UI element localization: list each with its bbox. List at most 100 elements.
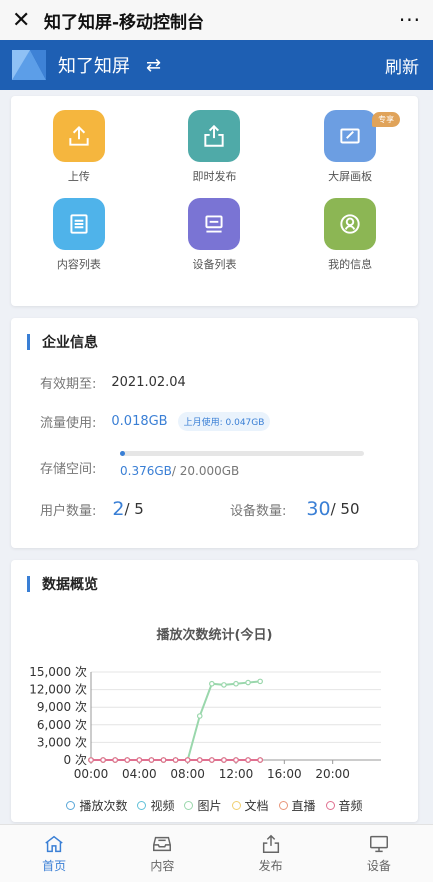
chart-legend: 播放次数 视频 图片 文档 直播 音频 [11, 797, 418, 814]
user-icon [324, 198, 377, 250]
storage-progress-bar [120, 451, 364, 456]
devices-label: 设备数量: [230, 503, 287, 519]
legend-item[interactable]: 音频 [325, 797, 363, 814]
legend-item[interactable]: 文档 [231, 797, 269, 814]
brand-logo [10, 46, 48, 84]
upload-button[interactable]: 上传 [11, 110, 147, 184]
tab-publish[interactable]: 发布 [217, 825, 325, 882]
inbox-icon [153, 836, 172, 852]
legend-item[interactable]: 图片 [184, 797, 222, 814]
tab-content[interactable]: 内容 [108, 825, 216, 882]
traffic-row: 流量使用: 0.018GB 上月使用: 0.047GB [40, 412, 271, 431]
app-header: 知了知屏 ⇄ 刷新 [0, 40, 433, 90]
tab-content-label: 内容 [150, 859, 175, 873]
legend-label: 播放次数 [79, 799, 128, 813]
tab-publish-label: 发布 [258, 859, 283, 873]
x-tick-label: 20:00 [315, 767, 350, 781]
edit-board-icon: 专享 [324, 110, 401, 162]
section-accent-bar [27, 334, 30, 350]
legend-item[interactable]: 播放次数 [66, 797, 127, 814]
switch-account-icon[interactable]: ⇄ [146, 55, 161, 76]
chart-title: 播放次数统计(今日) [156, 628, 273, 643]
my-info-button[interactable]: 我的信息 [282, 198, 418, 272]
device-list-label: 设备列表 [192, 258, 237, 271]
home-icon [45, 835, 63, 853]
data-point [209, 757, 215, 763]
x-tick-label: 08:00 [170, 767, 205, 781]
screen-board-button[interactable]: 专享 大屏画板 [282, 110, 418, 184]
data-point [124, 757, 131, 763]
quick-actions-card: 上传 即时发布 专享 大屏画板 内容列表 设备列表 我的信息 [11, 96, 418, 306]
device-list-button[interactable]: 设备列表 [147, 198, 283, 272]
devices-row: 设备数量: 30 / 50 [230, 498, 360, 520]
users-label: 用户数量: [40, 503, 97, 519]
data-point [148, 757, 155, 763]
data-point [221, 682, 227, 688]
users-row: 用户数量: 2 / 5 [40, 498, 144, 520]
exclusive-badge: 专享 [372, 112, 401, 127]
legend-marker-icon [66, 801, 76, 810]
tab-home-label: 首页 [42, 859, 67, 873]
y-tick-label: 6,000 次 [37, 718, 87, 732]
data-point [136, 757, 143, 763]
y-tick-label: 15,000 次 [29, 665, 87, 679]
upload-icon [52, 110, 105, 162]
legend-marker-icon [137, 801, 147, 810]
data-point [100, 757, 106, 763]
storage-label: 存储空间: [40, 462, 97, 477]
legend-item[interactable]: 视频 [137, 797, 174, 814]
instant-publish-button[interactable]: 即时发布 [147, 110, 283, 184]
y-tick-label: 9,000 次 [37, 700, 87, 714]
legend-marker-icon [231, 801, 241, 810]
tab-home[interactable]: 首页 [0, 825, 108, 882]
data-overview-title: 数据概览 [27, 574, 98, 594]
x-tick-label: 04:00 [122, 767, 157, 781]
traffic-label: 流量使用: [40, 416, 97, 431]
y-tick-label: 12,000 次 [29, 683, 87, 697]
x-tick-label: 16:00 [267, 767, 302, 781]
play-count-chart: 15,000 次 12,000 次 9,000 次 6,000 次 3,000 次 0 次… [29, 665, 381, 781]
y-tick-label: 0 次 [64, 753, 87, 767]
screen-board-label: 大屏画板 [328, 170, 373, 183]
last-month-traffic-badge: 上月使用: 0.047GB [177, 412, 271, 431]
share-icon [188, 110, 241, 162]
data-overview-card: 数据概览 播放次数统计(今日) 15,000 次 12,000 次 9,000 次 6… [11, 560, 418, 822]
data-point [221, 757, 227, 763]
y-tick-label: 3,000 次 [37, 735, 87, 749]
publish-icon [262, 834, 279, 853]
data-point [172, 757, 179, 763]
data-point [112, 757, 118, 763]
x-tick-label: 12:00 [219, 767, 254, 781]
legend-marker-icon [184, 801, 194, 810]
legend-marker-icon [278, 801, 288, 810]
data-point [233, 680, 239, 687]
brand-name: 知了知屏 [58, 56, 130, 77]
data-overview-heading: 数据概览 [42, 577, 98, 593]
refresh-button[interactable]: 刷新 [385, 53, 419, 78]
data-point [209, 680, 215, 687]
close-icon[interactable]: ✕ [12, 8, 38, 33]
legend-label: 音频 [338, 799, 363, 813]
data-point [245, 757, 251, 763]
storage-total: / 20.000GB [171, 464, 240, 478]
my-info-label: 我的信息 [328, 258, 373, 271]
tab-devices[interactable]: 设备 [325, 825, 433, 882]
section-accent-bar [27, 576, 30, 592]
traffic-value: 0.018GB [111, 414, 168, 429]
legend-item[interactable]: 直播 [278, 797, 316, 814]
data-point [257, 757, 263, 763]
storage-values: 0.376GB / 20.000GB [120, 464, 239, 478]
storage-progress-fill [120, 451, 125, 456]
legend-marker-icon [325, 801, 335, 810]
data-point [196, 757, 203, 763]
more-options-icon[interactable]: ··· [399, 8, 421, 32]
legend-label: 视频 [150, 799, 175, 813]
content-list-button[interactable]: 内容列表 [11, 198, 147, 272]
legend-label: 直播 [291, 799, 316, 813]
devices-value: 30 [306, 498, 331, 520]
expiry-label: 有效期至: [40, 377, 97, 392]
storage-progress [120, 451, 364, 456]
storage-row-label: 存储空间: [40, 458, 96, 477]
tab-devices-label: 设备 [366, 859, 391, 873]
window-titlebar: ✕ 知了知屏-移动控制台 ··· [0, 0, 433, 40]
